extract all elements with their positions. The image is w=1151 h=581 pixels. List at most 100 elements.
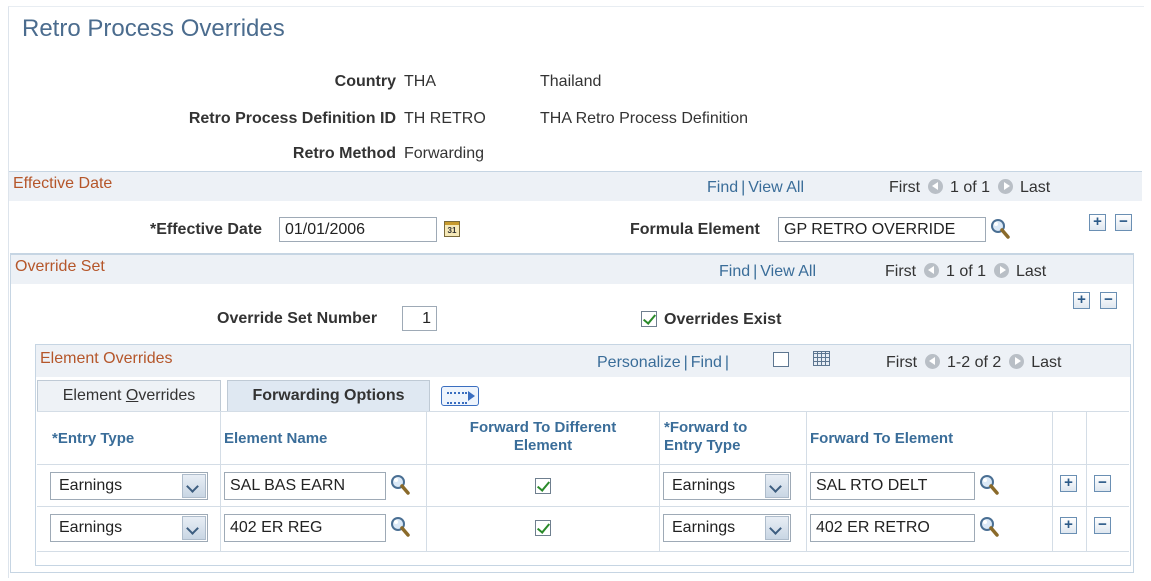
grid-separator: |: [683, 354, 688, 371]
grid-count: 1-2 of 2: [947, 354, 1002, 371]
show-all-columns-icon[interactable]: [441, 386, 479, 406]
override-set-section-title: Override Set: [15, 258, 105, 275]
col-forward-entry-type-line2: Entry Type: [664, 437, 741, 454]
grid-divider: [220, 412, 221, 552]
effdate-pager: First 1 of 1 Last: [889, 179, 1050, 197]
dropdown-arrow-icon[interactable]: [182, 474, 206, 498]
effdate-delete-row-button[interactable]: −: [1115, 214, 1132, 231]
element-overrides-pager: First 1-2 of 2 Last: [886, 354, 1061, 372]
effdate-nav-links: Find | View All: [707, 179, 804, 197]
override-set-first-label: First: [885, 263, 917, 280]
element-name-input[interactable]: [224, 472, 386, 500]
override-set-pager: First 1 of 1 Last: [885, 263, 1046, 281]
override-set-section-header: Override Set Find | View All First 1 of 1 …: [11, 254, 1133, 284]
first-arrow-icon[interactable]: [927, 179, 943, 194]
overrides-exist-checkbox[interactable]: [641, 311, 657, 327]
header-country-row: Country THA Thailand: [0, 73, 1151, 95]
forward-different-checkbox[interactable]: [535, 478, 551, 494]
forward-different-checkbox[interactable]: [535, 520, 551, 536]
formula-element-input[interactable]: [778, 217, 986, 242]
entry-type-value: Earnings: [59, 519, 123, 536]
effdate-add-row-button[interactable]: +: [1089, 214, 1106, 231]
last-arrow-icon[interactable]: [997, 179, 1013, 194]
col-element-name: Element Name: [224, 430, 328, 447]
override-set-delete-row-button[interactable]: −: [1100, 292, 1117, 309]
element-overrides-title: Element Overrides: [40, 350, 173, 367]
col-forward-different-line1: Forward To Different: [469, 419, 617, 436]
grid-divider: [806, 412, 807, 552]
override-set-count: 1 of 1: [946, 263, 987, 280]
col-forward-element: Forward To Element: [810, 430, 954, 447]
effective-date-section-header: Effective Date Find | View All First 1 of …: [9, 171, 1142, 201]
effective-date-label: *Effective Date: [150, 221, 263, 238]
effdate-last-label: Last: [1019, 179, 1051, 196]
col-forward-entry-type: *Forward to Entry Type: [664, 419, 747, 455]
effective-date-input[interactable]: [279, 217, 437, 242]
forward-element-input[interactable]: [810, 472, 975, 500]
page-title: Retro Process Overrides: [22, 15, 285, 42]
dropdown-arrow-icon[interactable]: [765, 516, 789, 540]
effdate-first-label: First: [889, 179, 921, 196]
first-arrow-icon[interactable]: [923, 263, 939, 278]
col-forward-different: Forward To Different Element: [428, 419, 658, 455]
lookup-icon[interactable]: [389, 516, 411, 538]
grid-find-link[interactable]: Find: [691, 354, 722, 371]
effdate-separator: |: [741, 179, 746, 196]
element-name-input[interactable]: [224, 514, 386, 542]
first-arrow-icon[interactable]: [924, 354, 940, 369]
override-set-view-all-link[interactable]: View All: [760, 263, 816, 280]
col-entry-type: *Entry Type: [52, 430, 135, 447]
col-forward-entry-type-line1: *Forward to: [664, 419, 748, 436]
entry-type-select[interactable]: Earnings: [50, 472, 208, 500]
row-delete-button[interactable]: −: [1094, 475, 1111, 492]
override-set-last-label: Last: [1015, 263, 1047, 280]
header-method-row: Retro Method Forwarding: [0, 145, 1151, 167]
calendar-icon[interactable]: 31: [444, 221, 460, 237]
grid-download-icon[interactable]: [813, 351, 830, 366]
forward-entry-type-select[interactable]: Earnings: [663, 472, 791, 500]
grid-last-label: Last: [1031, 354, 1062, 371]
row-delete-button[interactable]: −: [1094, 517, 1111, 534]
override-set-find-link[interactable]: Find: [719, 263, 750, 280]
tab-element-overrides[interactable]: Element Overrides: [37, 380, 221, 412]
tab-forwarding-options[interactable]: Forwarding Options: [227, 380, 430, 412]
forward-entry-type-select[interactable]: Earnings: [663, 514, 791, 542]
forward-element-input[interactable]: [810, 514, 975, 542]
entry-type-select[interactable]: Earnings: [50, 514, 208, 542]
override-set-nav-links: Find | View All: [719, 263, 816, 281]
overrides-exist-label: Overrides Exist: [664, 311, 782, 328]
tab-element-overrides-label: Element Overrides: [62, 387, 196, 404]
def-id-label: Retro Process Definition ID: [188, 110, 396, 127]
grid-top-rule: [37, 411, 1129, 412]
forward-entry-type-value: Earnings: [672, 477, 736, 494]
grid-divider: [1086, 412, 1087, 552]
header-row-rule: [37, 464, 1129, 465]
element-overrides-header: Element Overrides Personalize | Find | Firs…: [36, 345, 1130, 377]
row-rule: [37, 551, 1129, 552]
override-set-number-input[interactable]: [402, 306, 437, 331]
retro-method-value: Forwarding: [404, 145, 485, 162]
effdate-count: 1 of 1: [950, 179, 991, 196]
row-add-button[interactable]: +: [1060, 475, 1077, 492]
formula-element-label: Formula Element: [630, 221, 760, 238]
def-id-desc: THA Retro Process Definition: [540, 110, 749, 127]
country-name: Thailand: [540, 73, 602, 90]
dropdown-arrow-icon[interactable]: [765, 474, 789, 498]
override-set-separator: |: [753, 263, 758, 280]
grid-divider: [1052, 412, 1053, 552]
lookup-icon[interactable]: [978, 516, 1000, 538]
last-arrow-icon[interactable]: [993, 263, 1009, 278]
row-add-button[interactable]: +: [1060, 517, 1077, 534]
lookup-icon[interactable]: [989, 218, 1011, 240]
lookup-icon[interactable]: [978, 474, 1000, 496]
lookup-icon[interactable]: [389, 474, 411, 496]
effdate-view-all-link[interactable]: View All: [748, 179, 804, 196]
new-window-icon[interactable]: [773, 352, 789, 367]
def-id-value: TH RETRO: [404, 110, 486, 127]
personalize-link[interactable]: Personalize: [597, 354, 681, 371]
effdate-find-link[interactable]: Find: [707, 179, 738, 196]
last-arrow-icon[interactable]: [1008, 354, 1024, 369]
grid-first-label: First: [886, 354, 918, 371]
override-set-add-row-button[interactable]: +: [1073, 292, 1090, 309]
dropdown-arrow-icon[interactable]: [182, 516, 206, 540]
